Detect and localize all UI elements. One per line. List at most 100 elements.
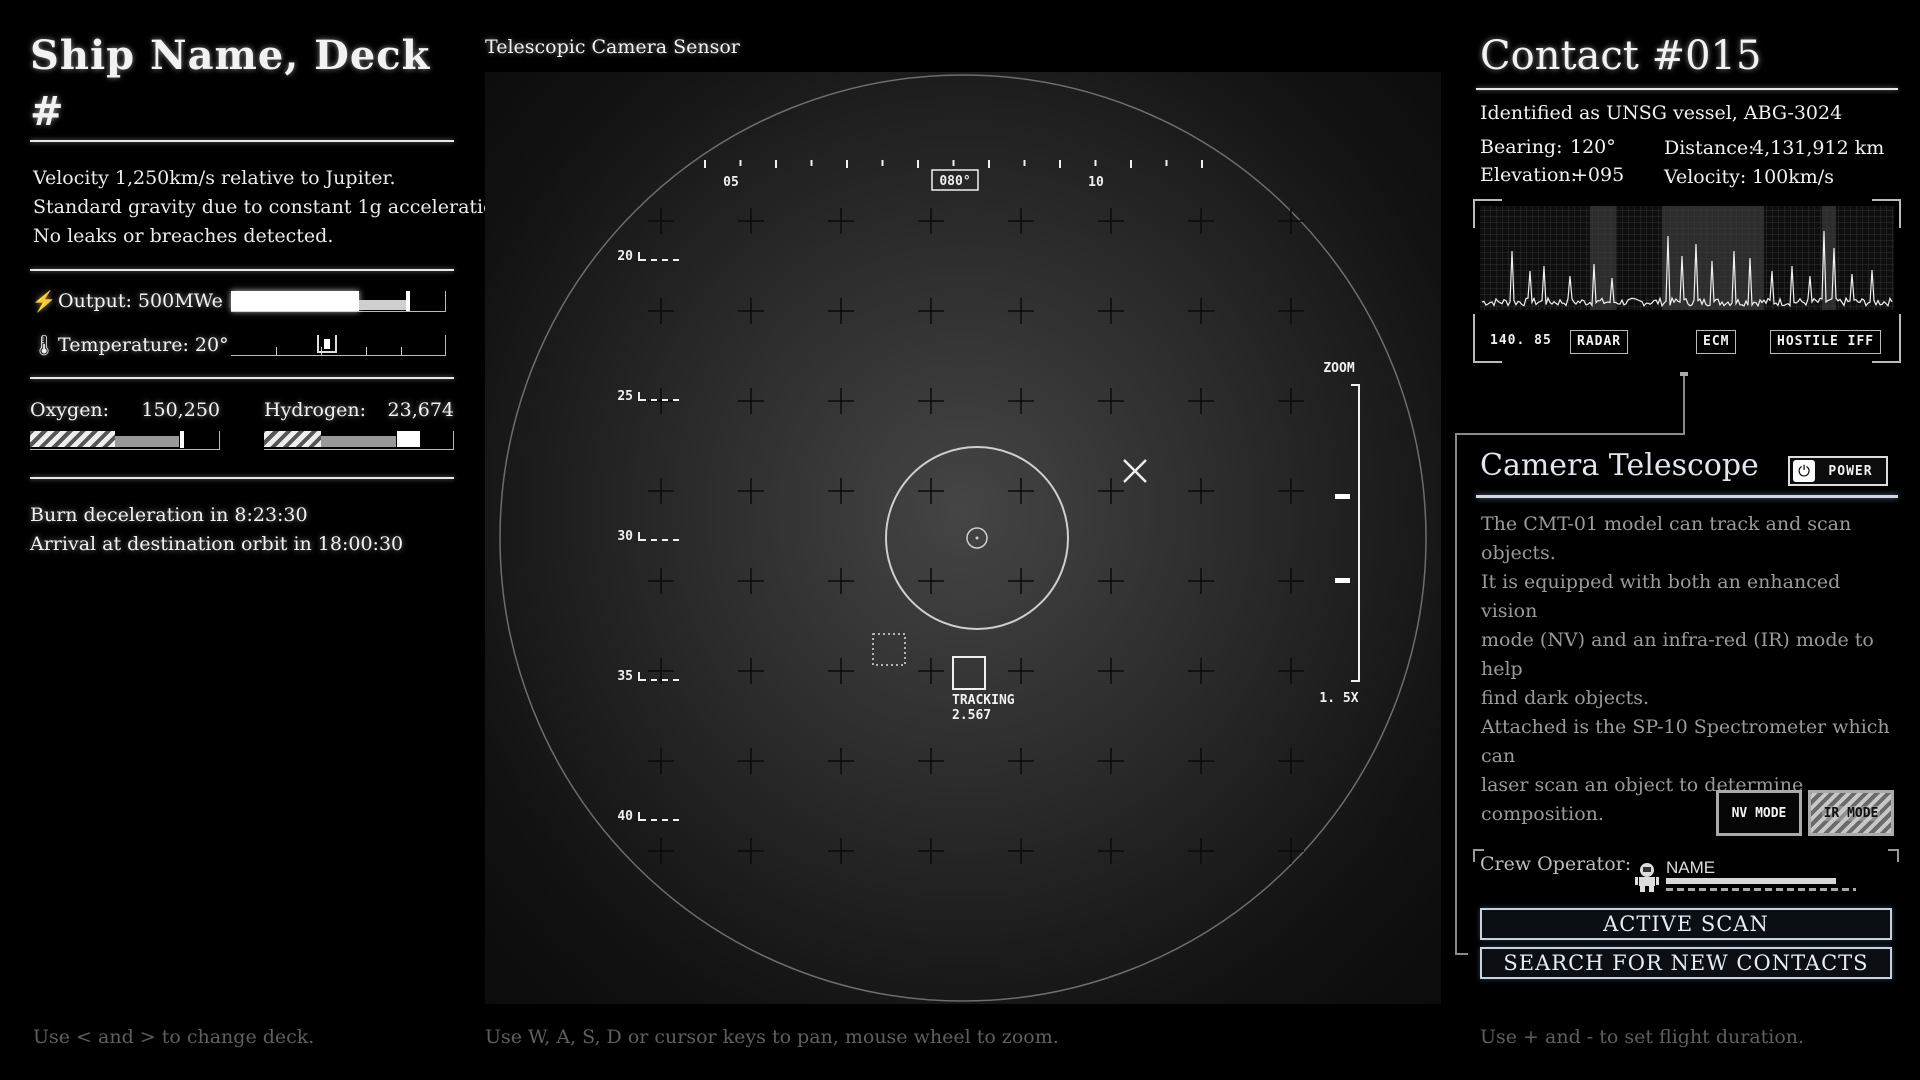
tracking-value: 2.567 xyxy=(952,708,991,723)
elevation-tick xyxy=(638,532,679,541)
search-contacts-button[interactable]: SEARCH FOR NEW CONTACTS xyxy=(1480,947,1892,979)
zoom-tick-lower xyxy=(1335,578,1350,583)
description-line: Attached is the SP-10 Spectrometer which… xyxy=(1481,716,1890,767)
fuel-gauges: Oxygen: 150,250 Hydrogen: 23,674 xyxy=(30,379,454,450)
burn-schedule: Burn deceleration in 8:23:30 Arrival at … xyxy=(30,479,454,559)
contact-title: Contact #015 xyxy=(1480,33,1762,79)
output-gauge: ⚡ Output: 500MWe xyxy=(30,279,454,323)
oxygen-bar-marker xyxy=(180,431,185,448)
heading-scale xyxy=(704,160,1203,168)
heading-label-center: 080° xyxy=(939,174,970,189)
ship-title: Ship Name, Deck # xyxy=(30,32,431,135)
output-bar-tail xyxy=(359,299,407,310)
tab-hostile-iff[interactable]: HOSTILE IFF xyxy=(1770,330,1882,354)
elevation-label: 20 xyxy=(617,249,633,264)
temperature-scale xyxy=(231,335,445,355)
elevation-label: 25 xyxy=(617,389,633,404)
astronaut-icon xyxy=(1635,863,1659,892)
active-scan-button[interactable]: ACTIVE SCAN xyxy=(1480,908,1892,940)
hydrogen-gauge: Hydrogen: 23,674 xyxy=(264,399,454,450)
tracking-box xyxy=(952,656,986,690)
oxygen-label: Oxygen: xyxy=(30,399,110,421)
spectrum-frequency: 140. 85 xyxy=(1490,333,1552,348)
elevation-value: +095 xyxy=(1572,164,1625,186)
oxygen-bar xyxy=(30,431,220,450)
elevation-label: 30 xyxy=(617,529,633,544)
oxygen-bar-level xyxy=(115,436,180,447)
sensor-title: Telescopic Camera Sensor xyxy=(485,36,740,58)
output-bar xyxy=(231,290,446,312)
elevation-tick xyxy=(638,812,679,821)
zoom-tick-upper xyxy=(1335,494,1350,499)
temperature-indicator xyxy=(317,334,338,353)
description-line: mode (NV) and an infra-red (IR) mode to … xyxy=(1481,629,1874,680)
elevation-label: Elevation: xyxy=(1480,164,1578,186)
thermometer-icon: 🌡 xyxy=(31,333,57,357)
elevation-tick xyxy=(638,392,679,401)
output-bar-marker xyxy=(406,290,411,311)
elevation-label: 40 xyxy=(617,809,633,824)
crew-status-bar xyxy=(1666,878,1836,884)
candidate-target-box xyxy=(872,633,906,666)
camera-description: The CMT-01 model can track and scan obje… xyxy=(1481,510,1896,829)
crew-status-ticks xyxy=(1666,888,1856,891)
ship-status-panel: Ship Name, Deck # Velocity 1,250km/s rel… xyxy=(30,28,513,559)
arrival-time: Arrival at destination orbit in 18:00:30 xyxy=(30,533,404,555)
hydrogen-bar-level xyxy=(397,431,420,447)
description-line: find dark objects. xyxy=(1481,687,1650,709)
hydrogen-bar-hatch xyxy=(264,431,321,447)
tab-ecm[interactable]: ECM xyxy=(1696,330,1737,354)
hint-pan-zoom: Use W, A, S, D or cursor keys to pan, mo… xyxy=(485,1026,1059,1048)
velocity-label: Velocity: xyxy=(1664,166,1747,188)
temperature-gauge: 🌡 Temperature: 20° xyxy=(30,323,454,367)
spectrum-band xyxy=(1590,206,1616,310)
nv-mode-button[interactable]: NV MODE xyxy=(1716,790,1802,836)
gravity-status: Standard gravity due to constant 1g acce… xyxy=(33,196,513,218)
ir-mode-label: IR MODE xyxy=(1821,805,1881,821)
bearing-label: Bearing: xyxy=(1480,136,1563,158)
elevation-scale: 20 25 30 35 40 xyxy=(617,249,679,824)
tab-radar[interactable]: RADAR xyxy=(1570,330,1629,354)
ir-mode-button[interactable]: IR MODE xyxy=(1808,790,1894,836)
tracking-label: TRACKING xyxy=(952,693,1015,708)
elevation-tick xyxy=(638,672,679,681)
description-line: The CMT-01 model can track and scan obje… xyxy=(1481,513,1852,564)
elevation-label: 35 xyxy=(617,669,633,684)
hydrogen-value: 23,674 xyxy=(387,399,454,421)
elevation-tick xyxy=(638,252,679,261)
divider xyxy=(1476,495,1898,498)
heading-label-left: 05 xyxy=(723,175,739,190)
hint-deck: Use < and > to change deck. xyxy=(33,1026,315,1048)
burn-deceleration: Burn deceleration in 8:23:30 xyxy=(30,504,308,526)
hint-flight-duration: Use + and - to set flight duration. xyxy=(1480,1026,1805,1048)
output-bar-fill xyxy=(231,290,360,311)
telescope-viewport[interactable]: 05 080° 10 20 25 30 35 40 ZOOM 1. 5X TRACKIN… xyxy=(485,72,1441,1004)
description-line: It is equipped with both an enhanced vis… xyxy=(1481,571,1841,622)
hydrogen-bar-grey xyxy=(320,436,397,447)
bearing-value: 120° xyxy=(1570,136,1616,158)
ship-status-lines: Velocity 1,250km/s relative to Jupiter. … xyxy=(30,142,513,269)
power-button[interactable]: ⏻ POWER xyxy=(1788,456,1888,486)
sensor-overlay: 05 080° 10 20 25 30 35 40 ZOOM 1. 5X TRACKIN… xyxy=(499,74,1427,1002)
crew-operator-label: Crew Operator: xyxy=(1480,853,1632,875)
grid-crosses xyxy=(648,208,1304,864)
temperature-bar xyxy=(231,334,446,356)
output-label: Output: 500MWe xyxy=(58,290,223,312)
heading-label-right: 10 xyxy=(1088,175,1104,190)
contact-marker-icon xyxy=(1123,459,1147,483)
divider xyxy=(1476,88,1898,90)
hydrogen-label: Hydrogen: xyxy=(264,399,367,421)
velocity-status: Velocity 1,250km/s relative to Jupiter. xyxy=(33,167,396,189)
hydrogen-bar xyxy=(264,431,454,450)
temperature-label: Temperature: 20° xyxy=(58,334,229,356)
power-label: POWER xyxy=(1828,463,1873,479)
zoom-value: 1. 5X xyxy=(1319,691,1358,706)
hull-status: No leaks or breaches detected. xyxy=(33,225,334,247)
reticle-dot xyxy=(975,536,979,540)
oxygen-value: 150,250 xyxy=(141,399,220,421)
camera-title: Camera Telescope xyxy=(1480,448,1759,483)
crew-name: NAME xyxy=(1666,858,1716,877)
lightning-icon: ⚡ xyxy=(31,289,57,313)
distance-value: 4,131,912 km xyxy=(1752,137,1885,159)
zoom-label: ZOOM xyxy=(1323,361,1354,376)
